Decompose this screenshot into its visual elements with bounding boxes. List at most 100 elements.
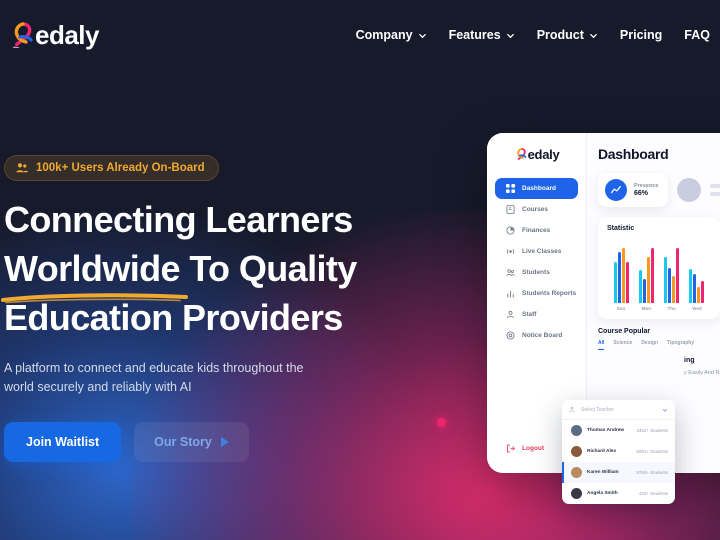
course-card[interactable]: ing y Easily And Relaxed xyxy=(684,356,720,378)
nav-item-faq[interactable]: FAQ xyxy=(684,28,710,42)
hero-subtitle: A platform to connect and educate kids t… xyxy=(4,361,304,394)
edaly-pen-logo-icon xyxy=(12,22,33,49)
sidebar-item-staff[interactable]: Staff xyxy=(495,304,578,325)
headline-line-1: Connecting Learners xyxy=(4,199,353,240)
chart-bar xyxy=(664,256,668,303)
chart-bars xyxy=(613,241,629,303)
nav-item-company[interactable]: Company xyxy=(356,28,427,42)
nav-label: Company xyxy=(355,28,413,42)
dashboard-brand-name: edaly xyxy=(527,147,560,162)
chart-bar xyxy=(638,270,642,303)
sidebar-item-courses[interactable]: Courses xyxy=(495,199,578,220)
chart-bar xyxy=(625,262,629,303)
chart-bar xyxy=(689,269,693,303)
chart-x-label: Sun xyxy=(616,306,626,311)
chart-bar xyxy=(613,262,617,303)
brand-name: edaly xyxy=(35,19,100,50)
nav-item-features[interactable]: Features xyxy=(449,28,515,42)
chart-group: Mon xyxy=(635,241,657,311)
teacher-select-placeholder: Select Teacher xyxy=(581,406,614,413)
tab-science[interactable]: Science xyxy=(613,340,632,350)
avatar[interactable] xyxy=(677,178,702,202)
teacher-select-header[interactable]: Select Teacher xyxy=(562,400,675,420)
bell-board-icon xyxy=(506,331,515,340)
sidebar-item-students[interactable]: Students xyxy=(495,262,578,283)
our-story-button[interactable]: Our Story xyxy=(134,422,249,462)
course-popular-section: Course Popular All Science Design Tipogr… xyxy=(598,328,720,378)
brand-logo[interactable]: edaly xyxy=(8,19,100,51)
stat-row: Presence 66% xyxy=(598,173,720,207)
user-icon xyxy=(507,311,514,319)
join-waitlist-button[interactable]: Join Waitlist xyxy=(4,422,122,462)
clock-pie-icon xyxy=(506,226,515,235)
play-icon xyxy=(220,437,229,447)
chart-x-label: Wed xyxy=(692,306,702,311)
nav-label: FAQ xyxy=(684,28,710,42)
main-navigation: Company Features Product Pricing FAQ xyxy=(356,28,720,42)
chart-bars xyxy=(638,241,654,303)
teacher-list-item[interactable]: Thomas Andrew 3352+ Students xyxy=(562,420,675,441)
brush-underline-icon xyxy=(1,293,188,304)
chart-bar xyxy=(621,248,625,303)
our-story-label: Our Story xyxy=(154,435,212,449)
users-badge: 100k+ Users Already On-Board xyxy=(4,155,219,181)
sidebar-item-dashboard[interactable]: Dashboard xyxy=(495,178,578,199)
chevron-down-icon xyxy=(418,33,426,38)
sidebar-item-finances[interactable]: Finances xyxy=(495,220,578,241)
tab-tipography[interactable]: Tipography xyxy=(667,340,694,350)
teacher-select-dropdown[interactable]: Select Teacher Thomas Andrew 3352+ Studen… xyxy=(562,400,675,504)
nav-label: Pricing xyxy=(619,28,663,42)
users-group-icon xyxy=(16,163,28,173)
course-popular-title: Course Popular xyxy=(598,328,651,335)
teacher-list: Thomas Andrew 3352+ Students Richard Alex 5… xyxy=(562,420,675,504)
stat-value: 66% xyxy=(634,190,649,197)
tab-design[interactable]: Design xyxy=(641,340,658,350)
chevron-down-icon xyxy=(506,33,514,38)
chart-bar xyxy=(650,248,654,303)
headline-line-2-rest: To Quality xyxy=(179,248,357,289)
chart-group: Sun xyxy=(610,241,632,311)
teacher-name: Angela Smith xyxy=(587,491,618,496)
teacher-list-item[interactable]: Karen William 8750+ Students xyxy=(562,462,675,483)
page-title: Connecting Learners Worldwide To Quality… xyxy=(1,195,434,342)
sidebar-item-label: Notice Board xyxy=(522,332,563,339)
course-card-subtitle: y Easily And Relaxed xyxy=(684,370,720,376)
sidebar-item-live-classes[interactable]: Live Classes xyxy=(495,241,578,262)
teacher-name: Karen William xyxy=(587,470,619,475)
hero-section: 100k+ Users Already On-Board Connecting … xyxy=(1,155,434,462)
highlight-text: Worldwide xyxy=(4,248,181,289)
chart-bar xyxy=(672,276,676,303)
chart-report-icon xyxy=(507,290,514,298)
skeleton-lines xyxy=(710,184,720,196)
teacher-list-item[interactable]: Angela Smith 420+ Students xyxy=(562,483,675,504)
statistic-title: Statistic xyxy=(607,225,635,232)
chart-bar xyxy=(642,279,646,303)
sidebar-item-label: Finances xyxy=(522,227,551,234)
nav-item-pricing[interactable]: Pricing xyxy=(620,28,662,42)
tab-all[interactable]: All xyxy=(598,340,605,350)
teacher-student-count: 3352+ Students xyxy=(636,428,668,433)
students-icon xyxy=(506,269,515,276)
teacher-icon xyxy=(569,406,575,413)
chevron-down-icon xyxy=(590,33,597,38)
chevron-down-icon xyxy=(662,408,668,412)
avatar xyxy=(571,467,582,478)
nav-item-product[interactable]: Product xyxy=(537,28,598,42)
sidebar-item-notice-board[interactable]: Notice Board xyxy=(495,325,578,346)
sidebar-item-label: Dashboard xyxy=(522,185,556,192)
grid-icon xyxy=(506,184,515,193)
chart-group: Wed xyxy=(686,241,708,311)
chart-group: Thu xyxy=(661,241,683,311)
cta-row: Join Waitlist Our Story xyxy=(4,422,434,462)
chart-bar xyxy=(697,287,701,303)
presence-stat-card[interactable]: Presence 66% xyxy=(598,173,669,207)
headline-line-2: Worldwide To Quality xyxy=(1,244,434,304)
sidebar-item-students-reports[interactable]: Students Reports xyxy=(495,283,578,304)
sidebar-item-label: Live Classes xyxy=(522,248,562,255)
teacher-name: Thomas Andrew xyxy=(587,428,625,433)
sidebar-item-label: Logout xyxy=(522,445,545,452)
logout-icon xyxy=(507,444,515,453)
chart-bars xyxy=(689,241,705,303)
chart-bar xyxy=(668,267,672,303)
teacher-list-item[interactable]: Richard Alex 5081+ Students xyxy=(562,441,675,462)
